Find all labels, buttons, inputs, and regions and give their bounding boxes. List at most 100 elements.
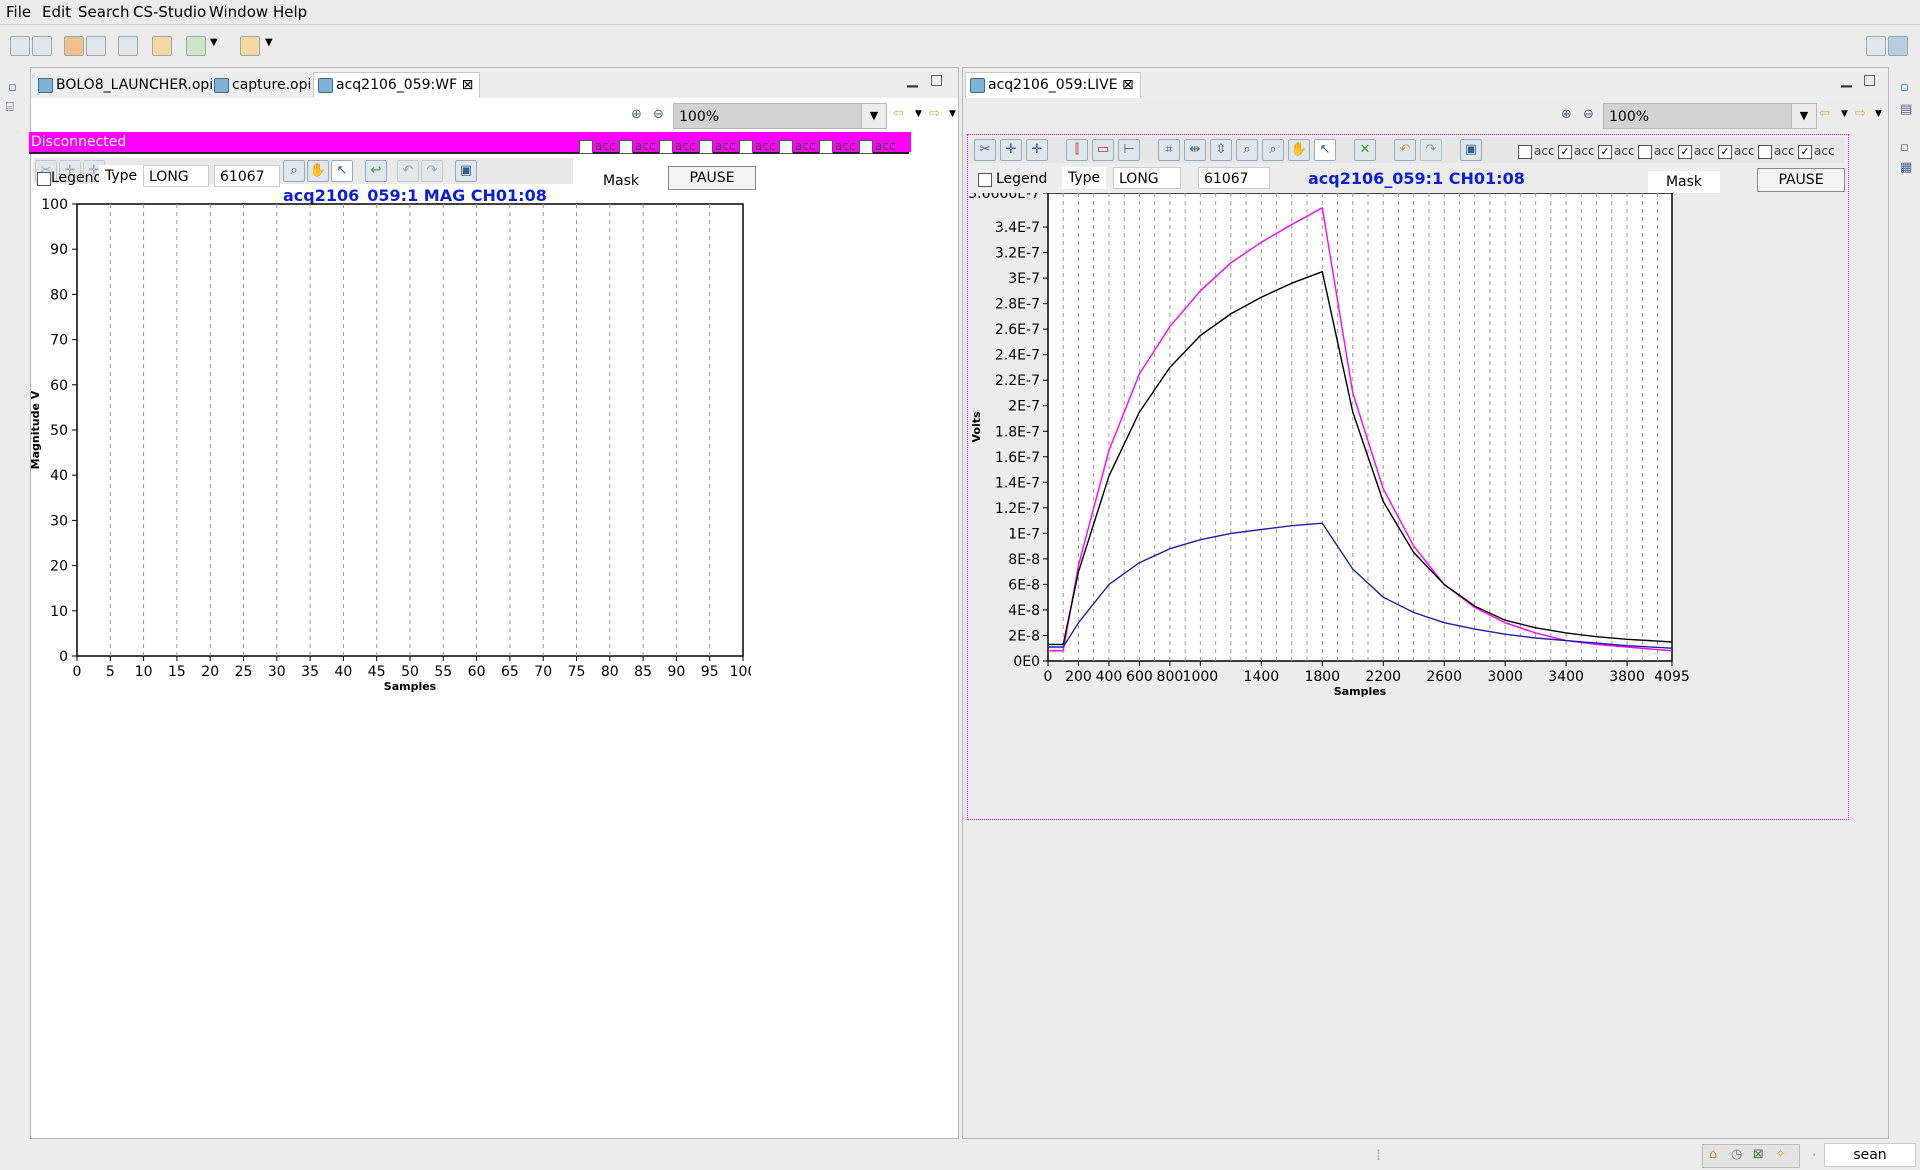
new-window-icon[interactable] <box>118 36 138 56</box>
chevron-down-icon[interactable]: ▼ <box>265 37 273 48</box>
chevron-down-icon[interactable]: ▼ <box>861 103 887 129</box>
channel-checkbox[interactable] <box>739 140 753 154</box>
chevron-down-icon[interactable]: ▼ <box>1791 103 1817 129</box>
remove-annotation-icon[interactable]: ✛ <box>1026 139 1048 161</box>
edit-icon[interactable] <box>152 36 172 56</box>
chevron-down-icon[interactable]: ▼ <box>949 109 956 119</box>
channel-checkbox[interactable]: ✓ <box>1798 145 1812 159</box>
forward-icon[interactable]: ⇨ <box>1855 106 1866 121</box>
alarm-icon[interactable]: ⌂ <box>1709 1147 1717 1162</box>
chevron-down-icon[interactable]: ▼ <box>1875 109 1882 119</box>
channel-checkbox[interactable] <box>1518 145 1532 159</box>
chart-icon[interactable]: ⊠ <box>1753 1147 1764 1162</box>
channel-checkbox[interactable] <box>819 140 833 154</box>
clock-icon[interactable]: ◷ <box>1731 1147 1742 1162</box>
zoom-combo[interactable]: 100% <box>1603 103 1793 129</box>
console-icon[interactable]: ▦ <box>1900 160 1912 175</box>
axis-icon[interactable]: ⊢ <box>1118 139 1140 161</box>
type-field[interactable]: LONG <box>1113 167 1181 189</box>
maximize-icon[interactable]: □ <box>930 72 943 88</box>
channel-checkbox[interactable] <box>619 140 633 154</box>
undo-icon[interactable]: ↩ <box>365 160 387 182</box>
new-icon[interactable] <box>10 36 30 56</box>
restore-icon[interactable]: ▫ <box>8 80 17 95</box>
undo-disabled-icon[interactable]: ↶ <box>397 160 419 182</box>
rubberband-zoom-icon[interactable]: ⌗ <box>1158 139 1180 161</box>
restore-icon[interactable]: ▫ <box>1900 140 1909 155</box>
undo-icon[interactable]: ↶ <box>1394 139 1416 161</box>
maximize-icon[interactable]: □ <box>1863 72 1876 88</box>
menu-search[interactable]: Search <box>78 3 130 21</box>
chevron-down-icon[interactable]: ▼ <box>210 37 218 48</box>
add-annotation-icon[interactable]: ✛ <box>1000 139 1022 161</box>
pointer-icon[interactable]: ↖ <box>1314 139 1336 161</box>
channel-checkbox[interactable] <box>1638 145 1652 159</box>
back-icon[interactable]: ⇦ <box>893 106 904 121</box>
num-field[interactable]: 61067 <box>1198 167 1270 189</box>
channel-checkbox[interactable] <box>1758 145 1772 159</box>
chart-type-icon[interactable]: ⫿ <box>1066 139 1088 161</box>
restore-icon[interactable]: ▫ <box>1900 80 1909 95</box>
tab-bolo8-launcher[interactable]: BOLO8_LAUNCHER.opi <box>33 72 220 98</box>
cs-studio-perspective-icon[interactable] <box>1888 36 1908 56</box>
horizontal-zoom-icon[interactable]: ⇹ <box>1184 139 1206 161</box>
zoom-in-icon[interactable]: ⊕ <box>631 107 642 122</box>
vertical-zoom-icon[interactable]: ⇳ <box>1210 139 1232 161</box>
menu-cs-studio[interactable]: CS-Studio <box>133 3 206 21</box>
channel-checkbox[interactable]: ✓ <box>1558 145 1572 159</box>
run-icon[interactable] <box>64 36 84 56</box>
zoom-out-icon[interactable]: ⌕ <box>1262 139 1284 161</box>
menu-help[interactable]: Help <box>273 3 307 21</box>
save-icon[interactable] <box>32 36 52 56</box>
zoom-combo[interactable]: 100% <box>673 103 863 129</box>
channel-checkbox[interactable] <box>579 140 593 154</box>
channel-checkbox[interactable] <box>859 140 873 154</box>
perspective-icon[interactable] <box>1866 36 1886 56</box>
menu-file[interactable]: File <box>6 3 31 21</box>
menu-edit[interactable]: Edit <box>42 3 71 21</box>
num-field[interactable]: 61067 <box>214 165 280 187</box>
zoom-in-icon[interactable]: ⌕ <box>283 160 305 182</box>
close-icon[interactable]: ⊠ <box>1122 77 1134 93</box>
channel-checkbox[interactable]: ✓ <box>1678 145 1692 159</box>
type-field[interactable]: LONG <box>143 165 209 187</box>
zoom-in-icon[interactable]: ⊕ <box>1561 107 1572 122</box>
pan-icon[interactable]: ✋ <box>1288 139 1310 161</box>
close-icon[interactable]: ⊠ <box>462 77 474 93</box>
legend-checkbox[interactable] <box>978 173 992 187</box>
channel-checkbox[interactable] <box>699 140 713 154</box>
chart-icon[interactable] <box>186 36 206 56</box>
minimize-icon[interactable]: ▁ <box>1841 72 1852 88</box>
autoscale-icon[interactable]: ✕ <box>1354 139 1376 161</box>
minimize-icon[interactable]: ▁ <box>907 72 918 88</box>
config-icon[interactable]: ✂ <box>974 139 996 161</box>
tab-acq2106-live[interactable]: acq2106_059:LIVE ⊠ <box>965 72 1141 98</box>
stop-icon[interactable] <box>86 36 106 56</box>
redo-icon[interactable]: ↷ <box>1420 139 1442 161</box>
layout-icon[interactable]: ▤ <box>1900 102 1912 117</box>
star-icon[interactable]: ✧ <box>1775 1147 1786 1162</box>
channel-checkbox[interactable]: ✓ <box>1598 145 1612 159</box>
pan-icon[interactable]: ✋ <box>307 160 329 182</box>
tab-capture[interactable]: capture.opi <box>209 72 318 98</box>
zoom-in-icon[interactable]: ⌕ <box>1236 139 1258 161</box>
zoom-out-icon[interactable]: ⊖ <box>653 107 664 122</box>
forward-icon[interactable]: ⇨ <box>929 106 940 121</box>
pointer-icon[interactable]: ↖ <box>331 160 353 182</box>
channel-checkbox[interactable]: ✓ <box>1718 145 1732 159</box>
navigator-icon[interactable]: ⌸ <box>6 100 14 115</box>
pause-button[interactable]: PAUSE <box>668 166 756 190</box>
tools-icon[interactable] <box>240 36 260 56</box>
channel-checkbox[interactable] <box>659 140 673 154</box>
back-icon[interactable]: ⇦ <box>1819 106 1830 121</box>
tab-acq2106-wf[interactable]: acq2106_059:WF ⊠ <box>313 72 481 98</box>
channel-checkbox[interactable] <box>779 140 793 154</box>
snapshot-icon[interactable]: ▣ <box>455 160 477 182</box>
chevron-down-icon[interactable]: ▼ <box>915 109 922 119</box>
redo-icon[interactable]: ↷ <box>421 160 443 182</box>
zoom-out-icon[interactable]: ⊖ <box>1583 107 1594 122</box>
pause-button[interactable]: PAUSE <box>1757 168 1845 192</box>
snapshot-icon[interactable]: ▣ <box>1460 139 1482 161</box>
show-legend-icon[interactable]: ▭ <box>1092 139 1114 161</box>
chevron-down-icon[interactable]: ▼ <box>1841 109 1848 119</box>
